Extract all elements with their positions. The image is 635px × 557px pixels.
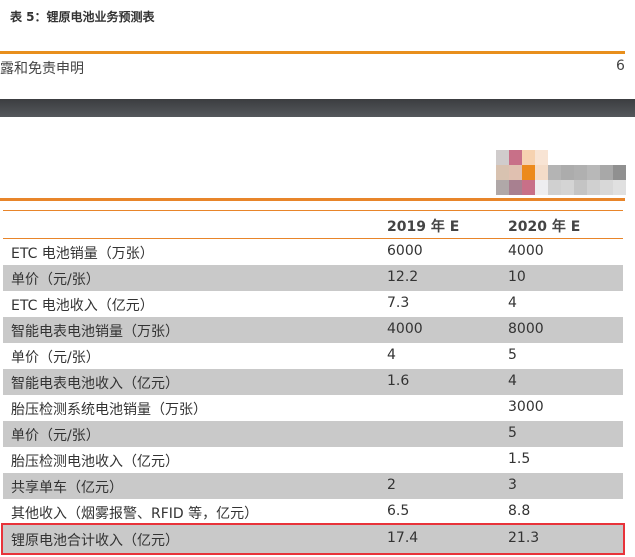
page-number: 6 [616, 58, 625, 74]
value-2020: 5 [508, 347, 517, 363]
table-row: 其他收入（烟雾报警、RFID 等，亿元） 6.5 8.8 [3, 499, 623, 525]
table-row: 胎压检测系统电池销量（万张） 3000 [3, 395, 623, 421]
table-row: 单价（元/张） 4 5 [3, 343, 623, 369]
value-2020: 4000 [508, 243, 544, 259]
value-2020: 1.5 [508, 451, 531, 467]
value-2020: 5 [508, 425, 517, 441]
value-2019: 6000 [387, 243, 423, 259]
value-2019: 7.3 [387, 295, 410, 311]
header-2020: 2020 年 E [508, 219, 581, 235]
table-row: 智能电表电池销量（万张） 4000 8000 [3, 317, 623, 343]
value-2020: 8000 [508, 321, 544, 337]
row-label: ETC 电池销量（万张） [11, 246, 154, 262]
value-2019: 4000 [387, 321, 423, 337]
row-label: 单价（元/张） [11, 272, 100, 288]
table-row: 共享单车（亿元） 2 3 [3, 473, 623, 499]
row-label: 智能电表电池销量（万张） [11, 324, 179, 340]
value-2019: 12.2 [387, 269, 419, 285]
value-2020: 8.8 [508, 503, 531, 519]
row-label: 其他收入（烟雾报警、RFID 等，亿元） [11, 506, 259, 522]
table-row: 单价（元/张） 5 [3, 421, 623, 447]
table-caption: 表 5：锂原电池业务预测表 [10, 10, 155, 24]
forecast-table: 2019 年 E 2020 年 E ETC 电池销量（万张） 6000 4000 单价… [1, 210, 625, 555]
value-2019: 6.5 [387, 503, 410, 519]
footer-disclaimer: 露和免责申明 [0, 61, 84, 77]
row-label: 共享单车（亿元） [11, 480, 123, 496]
value-2020: 3 [508, 477, 517, 493]
value-2019: 1.6 [387, 373, 410, 389]
row-label: 胎压检测电池收入（亿元） [11, 454, 179, 470]
row-label: 胎压检测系统电池销量（万张） [11, 402, 207, 418]
value-2019: 2 [387, 477, 396, 493]
table-row: ETC 电池销量（万张） 6000 4000 [3, 239, 623, 265]
value-2020: 10 [508, 269, 526, 285]
blurred-logo [496, 150, 635, 198]
header-rule [0, 51, 625, 54]
table-top-rule [0, 198, 625, 201]
table-header: 2019 年 E 2020 年 E [3, 210, 623, 239]
table-row-total: 锂原电池合计收入（亿元） 17.4 21.3 [1, 523, 625, 555]
value-2020: 3000 [508, 399, 544, 415]
header-2019: 2019 年 E [387, 219, 460, 235]
row-label: 单价（元/张） [11, 428, 100, 444]
table-row: 胎压检测电池收入（亿元） 1.5 [3, 447, 623, 473]
row-label: 单价（元/张） [11, 350, 100, 366]
table-row: 智能电表电池收入（亿元） 1.6 4 [3, 369, 623, 395]
value-2020: 4 [508, 373, 517, 389]
page-divider-band [0, 99, 635, 117]
table-row: ETC 电池收入（亿元） 7.3 4 [3, 291, 623, 317]
row-label: 锂原电池合计收入（亿元） [11, 533, 179, 549]
row-label: ETC 电池收入（亿元） [11, 298, 154, 314]
table-row: 单价（元/张） 12.2 10 [3, 265, 623, 291]
value-2020: 4 [508, 295, 517, 311]
value-2020: 21.3 [508, 530, 540, 546]
value-2019: 17.4 [387, 530, 419, 546]
value-2019: 4 [387, 347, 396, 363]
row-label: 智能电表电池收入（亿元） [11, 376, 179, 392]
